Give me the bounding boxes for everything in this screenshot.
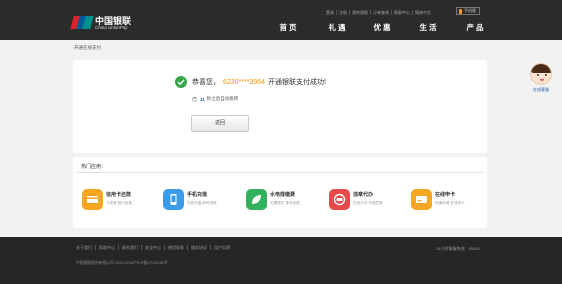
hotline: 24小时客服热线：95516 — [436, 246, 480, 251]
copyright: 中国银联股份有限公司 2002-2016沪ICP备07032180号 — [76, 261, 168, 265]
customer-service-label: 在线客服 — [533, 87, 549, 92]
app-desc: 无需排队 零手续费 — [270, 201, 300, 205]
mobile-version-button[interactable]: 手机版 — [456, 7, 480, 15]
unionpay-logo-mark-icon — [70, 16, 94, 29]
credit-card-icon — [82, 189, 103, 210]
footer-link-contact[interactable]: 联系我们 — [119, 245, 142, 250]
back-button[interactable]: 返回 — [191, 115, 249, 132]
hot-apps-title: 热门应用： — [81, 164, 107, 170]
mobile-icon — [459, 8, 462, 14]
utility-leaf-icon — [246, 189, 267, 210]
divider — [77, 172, 483, 173]
redirect-notice: 11 秒之后自动跳转 — [192, 96, 238, 102]
customer-service-widget[interactable]: 在线客服 — [528, 63, 554, 99]
app-name: 信用卡还款 — [106, 192, 132, 198]
login-link[interactable]: 登录 — [324, 9, 337, 15]
success-prefix: 恭喜您， — [192, 79, 220, 86]
bank-card-icon — [411, 189, 432, 210]
footer-link-help[interactable]: 帮助中心 — [96, 245, 119, 250]
result-panel: 恭喜您， 6230****3964 开通银联支付成功! 11 秒之后自动跳转 返回 — [73, 60, 487, 153]
footer-link-about[interactable]: 关于我们 — [76, 245, 96, 250]
app-desc: 在线代办 代缴罚单 — [353, 201, 383, 205]
mobile-version-label: 手机版 — [464, 8, 476, 13]
card-number: 6230****3964 — [223, 79, 266, 86]
app-desc: 在线充值 即时到账 — [187, 201, 217, 205]
help-center-link[interactable]: 帮助中心 — [392, 9, 413, 15]
mobile-phone-icon — [163, 189, 184, 210]
app-name: 违章代办 — [353, 192, 374, 198]
footer-link-agreement[interactable]: 服务协议 — [188, 245, 211, 250]
app-online-card-application[interactable]: 在线申卡 快速申请 在线申卡 — [411, 189, 491, 211]
footer-link-terms[interactable]: 使用条款 — [165, 245, 188, 250]
loading-spinner-icon — [192, 96, 197, 102]
nav-offers[interactable]: 优 惠 — [367, 22, 397, 34]
nav-rewards[interactable]: 礼 遇 — [322, 22, 352, 34]
app-name: 在线申卡 — [435, 192, 456, 198]
success-check-icon — [175, 76, 187, 88]
customer-service-avatar-icon — [530, 63, 552, 85]
footer-link-feedback[interactable]: 用户反馈 — [211, 245, 233, 250]
register-link[interactable]: 注册 — [337, 9, 350, 15]
footer-link-security[interactable]: 安全中心 — [142, 245, 165, 250]
app-desc: 卡还款 跨行免费 — [106, 201, 133, 205]
breadcrumb: 开通在线支付 — [74, 45, 101, 50]
redirect-text: 秒之后自动跳转 — [206, 96, 239, 101]
order-query-link[interactable]: 订单查询 — [371, 9, 392, 15]
app-credit-card-repayment[interactable]: 信用卡还款 卡还款 跨行免费 — [82, 189, 162, 211]
language-link[interactable]: 简体中文 — [413, 10, 433, 15]
app-name: 水电煤缴费 — [270, 192, 296, 198]
top-links: 登录 注册 我的银联 订单查询 帮助中心 简体中文 — [324, 8, 433, 16]
app-desc: 快速申请 在线申卡 — [435, 201, 465, 205]
footer: 关于我们 帮助中心 联系我们 安全中心 使用条款 服务协议 用户反馈 24小时客… — [0, 237, 562, 284]
success-suffix: 开通银联支付成功! — [268, 79, 326, 86]
app-mobile-topup[interactable]: 手机充值 在线充值 即时到账 — [163, 189, 243, 211]
nav-products[interactable]: 产 品 — [460, 22, 490, 34]
nav-life[interactable]: 生 活 — [413, 22, 443, 34]
logo-english-name: China UnionPay — [95, 25, 128, 30]
unionpay-logo[interactable]: 中国银联 China UnionPay — [70, 14, 146, 36]
header: 中国银联 China UnionPay 登录 注册 我的银联 订单查询 帮助中心… — [0, 0, 562, 40]
redirect-seconds: 11 — [200, 96, 205, 102]
my-unionpay-link[interactable]: 我的银联 — [350, 9, 371, 15]
app-utility-payment[interactable]: 水电煤缴费 无需排队 零手续费 — [246, 189, 326, 211]
app-traffic-violation[interactable]: 违章代办 在线代办 代缴罚单 — [329, 189, 409, 211]
car-icon — [329, 189, 350, 210]
nav-home[interactable]: 首 页 — [273, 22, 303, 34]
app-name: 手机充值 — [187, 192, 208, 198]
success-message: 恭喜您， 6230****3964 开通银联支付成功! — [192, 77, 326, 87]
footer-links: 关于我们 帮助中心 联系我们 安全中心 使用条款 服务协议 用户反馈 — [76, 245, 233, 250]
hot-apps-panel: 热门应用： 信用卡还款 卡还款 跨行免费 手机充值 在线充值 即时到账 水电煤缴… — [73, 157, 487, 228]
